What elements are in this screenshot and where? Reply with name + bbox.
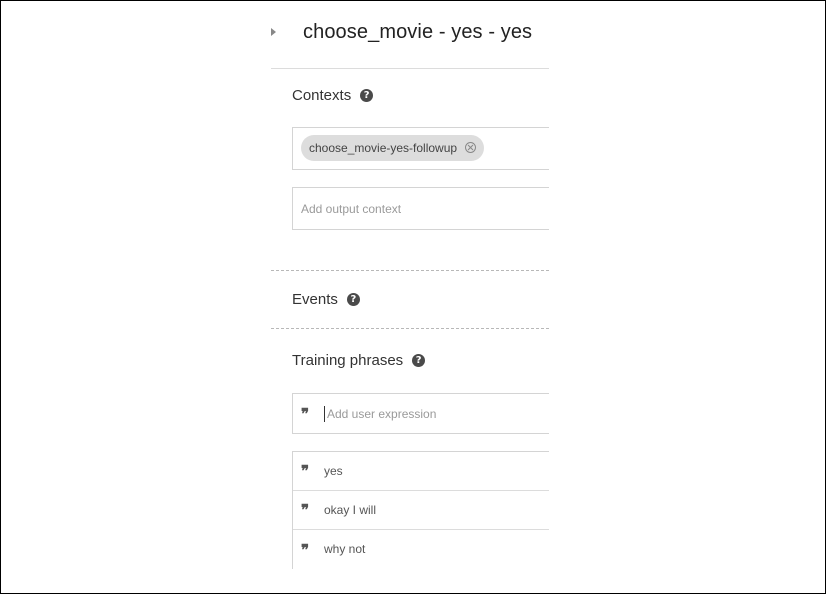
screenshot-frame: choose_movie - yes - yes Contexts ? choo… [0,0,826,594]
user-expression-input[interactable] [324,405,547,422]
training-phrase-row[interactable]: ❞ why not [293,530,549,569]
help-icon[interactable]: ? [346,293,360,306]
context-chip[interactable]: choose_movie-yes-followup [301,135,485,161]
input-context-field[interactable]: choose_movie-yes-followup [292,127,549,170]
intent-editor-panel: choose_movie - yes - yes Contexts ? choo… [271,1,549,593]
training-phrase-text[interactable]: why not [324,542,365,556]
quote-icon: ❞ [301,404,309,423]
quote-icon: ❞ [301,462,309,480]
quote-icon: ❞ [301,540,309,559]
training-phrase-text[interactable]: yes [324,464,343,478]
help-icon[interactable]: ? [360,89,374,102]
training-phrase-text[interactable]: okay I will [324,503,376,517]
training-phrase-row[interactable]: ❞ okay I will [293,491,549,530]
events-heading: Events [292,291,338,308]
header-divider [271,68,549,69]
intent-title: choose_movie - yes - yes [303,21,533,43]
training-phrase-row[interactable]: ❞ yes [293,452,549,491]
user-expression-field[interactable]: ❞ [292,393,549,434]
quote-icon: ❞ [301,501,309,519]
events-section-title[interactable]: Events ? [292,291,360,308]
caret-right-icon[interactable] [271,28,276,36]
events-divider [271,328,549,329]
output-context-field[interactable] [292,187,549,230]
context-chip-label: choose_movie-yes-followup [309,141,458,155]
training-phrase-list: ❞ yes ❞ okay I will ❞ why not [292,451,549,569]
contexts-section-title: Contexts ? [292,87,374,104]
output-context-input[interactable] [301,188,541,229]
close-circle-icon[interactable] [465,142,477,153]
contexts-divider [271,270,549,271]
help-icon[interactable]: ? [412,354,426,367]
training-phrases-heading: Training phrases [292,352,404,369]
training-phrases-section-title: Training phrases ? [292,352,426,369]
contexts-heading: Contexts [292,87,352,104]
